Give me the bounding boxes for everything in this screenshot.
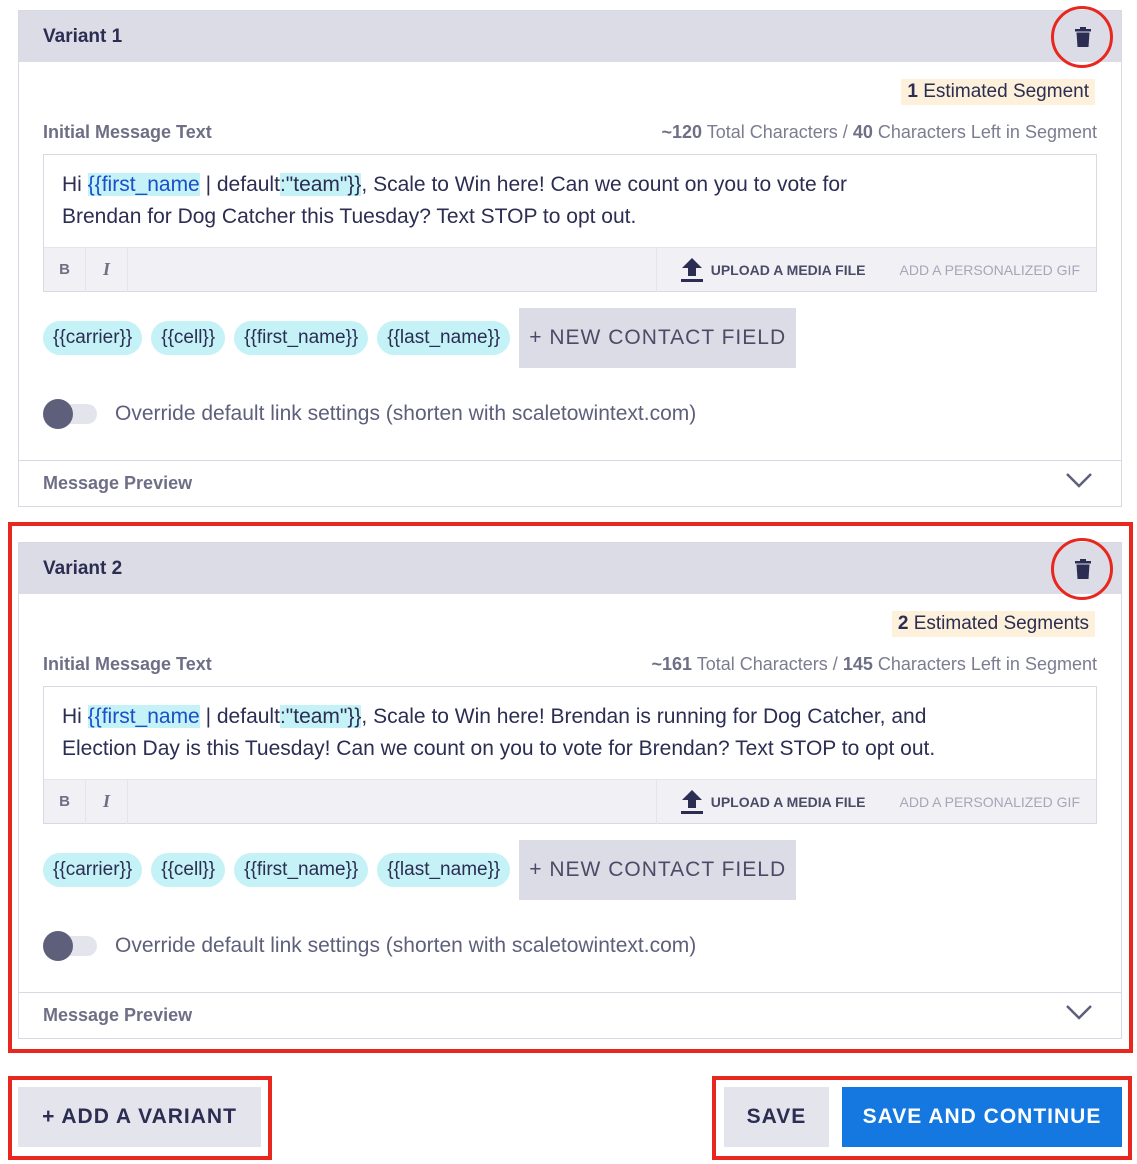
- contact-field-chips: {{carrier}} {{cell}} {{first_name}} {{la…: [19, 308, 1121, 368]
- token-mid: | default: [199, 173, 280, 196]
- add-gif-button[interactable]: ADD A PERSONALIZED GIF: [890, 248, 1097, 292]
- save-and-continue-button[interactable]: SAVE AND CONTINUE: [842, 1087, 1122, 1147]
- upload-media-button[interactable]: UPLOAD A MEDIA FILE: [655, 247, 890, 292]
- token-default: "team"}}: [285, 173, 362, 196]
- total-chars-label: Total Characters /: [706, 122, 848, 142]
- variant-card-1: Variant 1 1 Estimated Segment Initial Me…: [18, 6, 1122, 507]
- upload-label: UPLOAD A MEDIA FILE: [710, 261, 866, 278]
- field-label: Initial Message Text: [43, 122, 212, 142]
- total-chars: ~120: [661, 122, 703, 142]
- message-editor[interactable]: Hi {{first_name | default:"team"}}, Scal…: [43, 154, 1097, 292]
- char-count: ~120 Total Characters / 40 Characters Le…: [662, 122, 1097, 143]
- chip-first-name[interactable]: {{first_name}}: [234, 321, 369, 355]
- chip-cell[interactable]: {{cell}}: [151, 321, 226, 355]
- message-line1: , Scale to Win here! Can we count on you…: [361, 173, 848, 196]
- trash-icon: [1075, 27, 1091, 47]
- variant-title: Variant 1: [43, 25, 123, 47]
- bold-button[interactable]: B: [44, 247, 86, 292]
- delete-variant-button[interactable]: [1071, 25, 1095, 49]
- toggle-knob: [43, 399, 73, 429]
- message-textarea[interactable]: Hi {{first_name | default:"team"}}, Scal…: [44, 155, 1096, 247]
- editor-toolbar: B I UPLOAD A MEDIA FILE ADD A PERSONALIZ…: [44, 247, 1097, 292]
- field-label-row: Initial Message Text ~120 Total Characte…: [19, 114, 1121, 154]
- new-contact-field-button[interactable]: + NEW CONTACT FIELD: [519, 308, 797, 368]
- segment-badge: 1 Estimated Segment: [901, 79, 1095, 105]
- preview-label: Message Preview: [43, 472, 193, 493]
- segment-row: 1 Estimated Segment: [19, 62, 1121, 114]
- override-link-row: Override default link settings (shorten …: [19, 368, 1121, 460]
- message-preview-toggle[interactable]: Message Preview: [19, 460, 1121, 505]
- upload-icon: [680, 257, 703, 282]
- chip-last-name[interactable]: {{last_name}}: [377, 321, 511, 355]
- variant-2-highlight-box: [8, 522, 1133, 1053]
- segment-count: 1: [907, 81, 918, 102]
- italic-button[interactable]: I: [86, 247, 128, 292]
- chars-left-label: Characters Left in Segment: [877, 122, 1097, 142]
- message-prefix: Hi: [62, 173, 88, 196]
- segment-label: Estimated Segment: [923, 81, 1089, 102]
- variant-header: Variant 1: [19, 6, 1121, 68]
- save-button[interactable]: SAVE: [724, 1087, 829, 1147]
- chars-left: 40: [852, 122, 873, 142]
- token-colon: :: [279, 173, 286, 196]
- token-first-name: {{first_name: [87, 173, 200, 196]
- chip-carrier[interactable]: {{carrier}}: [43, 321, 143, 355]
- override-link-toggle[interactable]: [43, 399, 97, 429]
- chevron-down-icon[interactable]: [1065, 471, 1093, 489]
- override-link-label: Override default link settings (shorten …: [115, 402, 697, 425]
- message-line2: Brendan for Dog Catcher this Tuesday? Te…: [62, 205, 637, 228]
- add-variant-button[interactable]: + ADD A VARIANT: [18, 1087, 261, 1147]
